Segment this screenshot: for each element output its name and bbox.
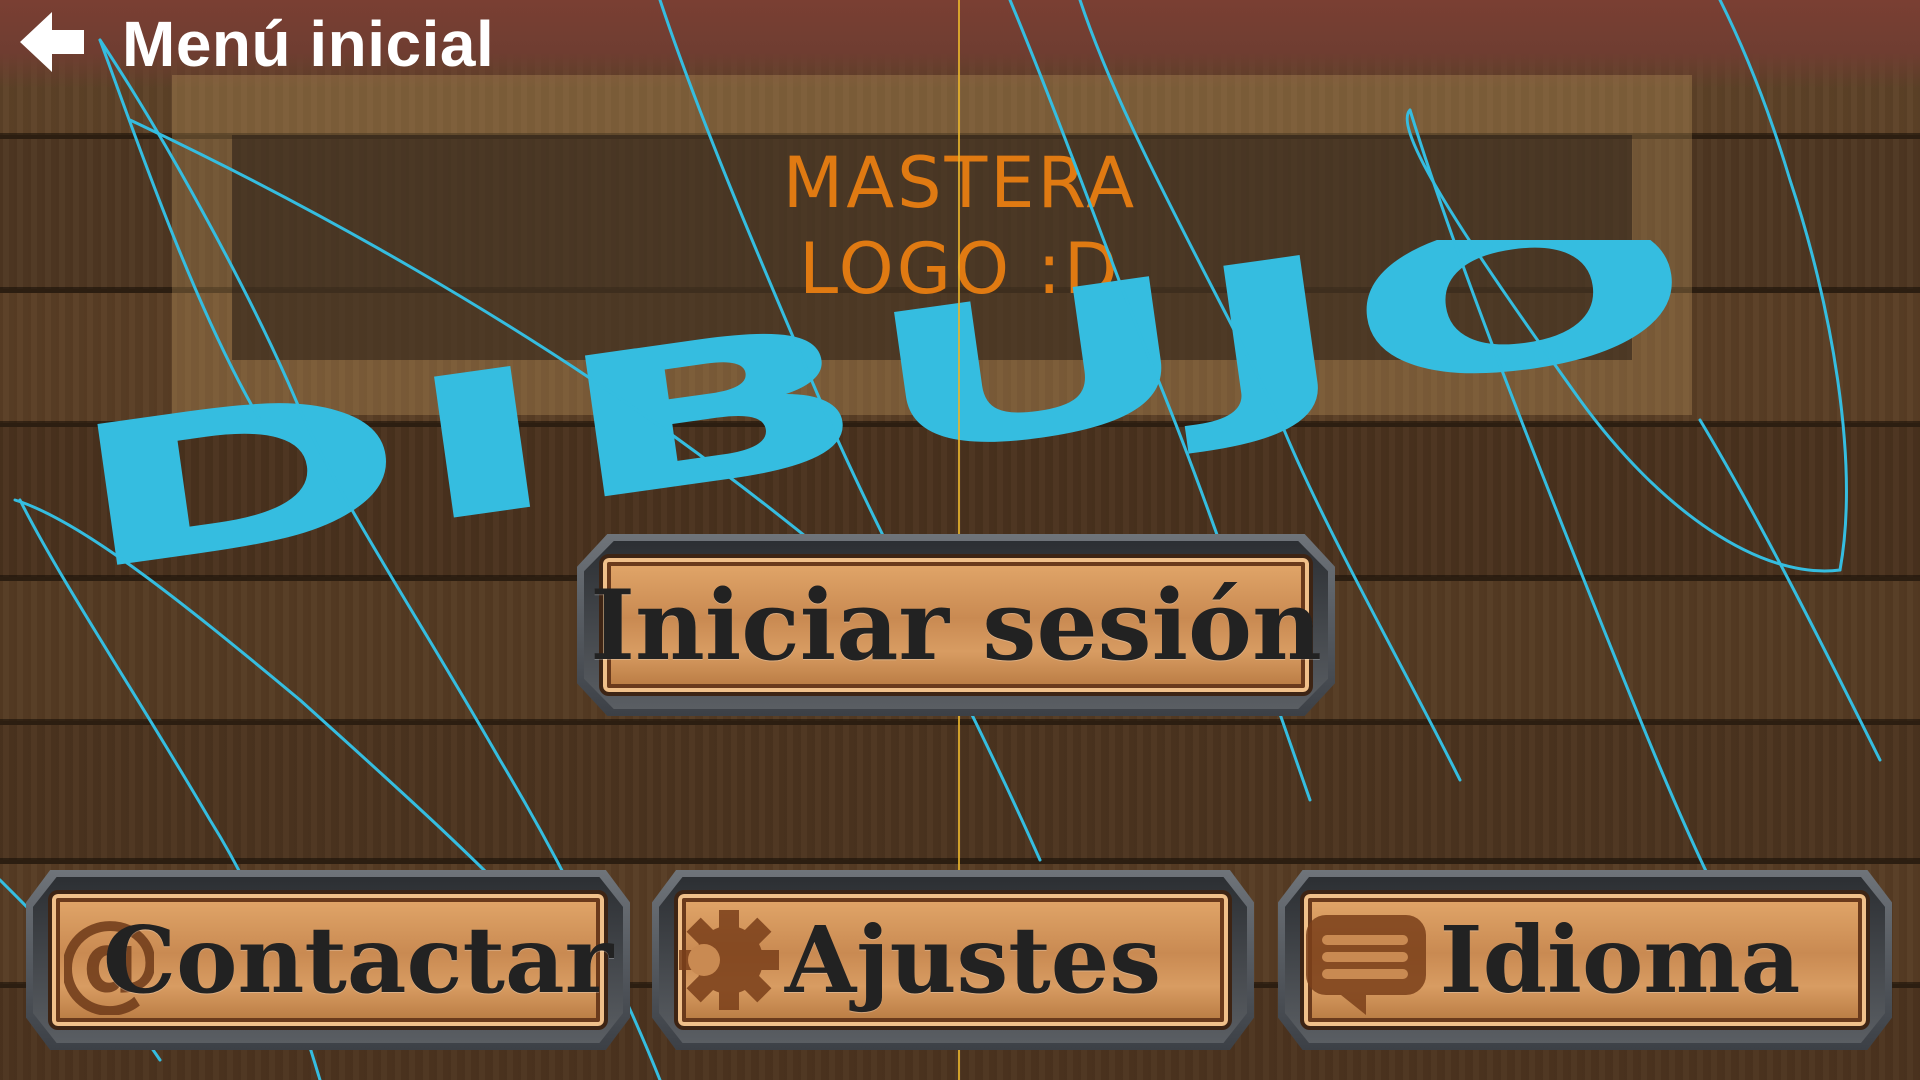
logo-line-2: LOGO :D: [799, 228, 1121, 310]
logo-line-1: MASTERA: [782, 142, 1138, 224]
settings-button[interactable]: Ajustes: [652, 870, 1254, 1050]
arrow-left-icon: [20, 12, 84, 72]
login-button[interactable]: Iniciar sesión: [577, 534, 1335, 716]
page-title: Menú inicial: [122, 8, 495, 80]
settings-button-label: Ajustes: [784, 906, 1162, 1014]
back-button[interactable]: [18, 10, 88, 74]
contact-button[interactable]: @ Contactar: [26, 870, 630, 1050]
language-button[interactable]: Idioma: [1278, 870, 1892, 1050]
language-button-label: Idioma: [1439, 906, 1801, 1014]
contact-button-label: Contactar: [102, 906, 614, 1014]
login-button-label: Iniciar sesión: [590, 568, 1322, 682]
